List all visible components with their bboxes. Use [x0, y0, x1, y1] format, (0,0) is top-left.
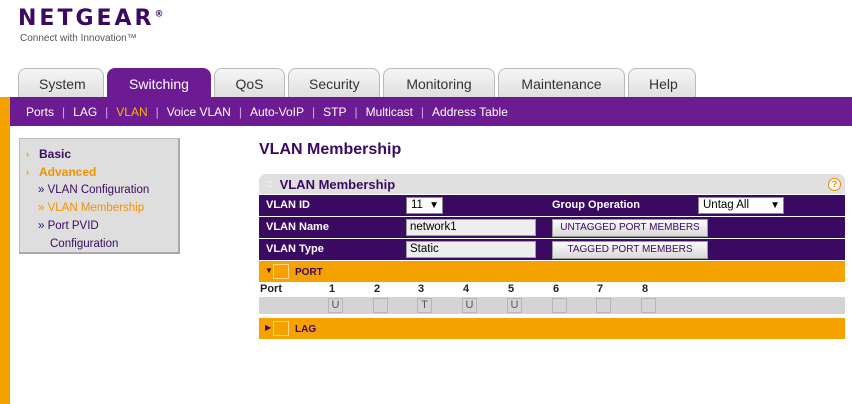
panel-header: :: VLAN Membership ?: [259, 174, 845, 194]
row-vlan-name: VLAN Name network1 UNTAGGED PORT MEMBERS: [259, 216, 845, 238]
netgear-logo: NETGEAR®: [18, 6, 164, 31]
port-section-header[interactable]: ▼ PORT: [259, 260, 845, 282]
port-membership-row: U T U U: [259, 297, 845, 314]
section-box-icon: [273, 264, 289, 279]
tab-system[interactable]: System: [18, 68, 104, 98]
vlan-type-field: Static: [406, 241, 536, 258]
main-tabs: System Switching QoS Security Monitoring…: [18, 68, 699, 98]
port-membership-cell[interactable]: U: [507, 298, 522, 313]
logo-text: NETGEAR: [18, 6, 155, 31]
help-icon[interactable]: ?: [828, 178, 841, 191]
tab-maintenance[interactable]: Maintenance: [498, 68, 625, 98]
port-number: 4: [462, 283, 470, 295]
group-operation-label: Group Operation: [552, 199, 640, 211]
tab-security[interactable]: Security: [288, 68, 380, 98]
lag-section-header[interactable]: ▶ LAG: [259, 317, 845, 339]
vlan-id-select[interactable]: 11 ▼: [406, 197, 443, 214]
subnav-vlan[interactable]: VLAN: [116, 105, 147, 119]
chevron-right-icon: ›: [26, 149, 29, 159]
tagline: Connect with Innovation™: [20, 33, 137, 44]
port-number: 6: [552, 283, 560, 295]
page-title: VLAN Membership: [259, 141, 402, 158]
port-number-row: Port 1 2 3 4 5 6 7 8: [259, 282, 845, 297]
port-membership-cell[interactable]: [552, 298, 567, 313]
port-number: 1: [328, 283, 336, 295]
subnav-stp[interactable]: STP: [323, 105, 346, 119]
subnav-lag[interactable]: LAG: [73, 105, 97, 119]
tab-monitoring[interactable]: Monitoring: [383, 68, 495, 98]
triangle-down-icon: ▼: [265, 266, 273, 275]
port-membership-cell[interactable]: T: [417, 298, 432, 313]
side-menu: › Basic › Advanced » VLAN Configuration » …: [19, 138, 180, 254]
tagged-port-members-button[interactable]: TAGGED PORT MEMBERS: [552, 241, 708, 259]
tab-help[interactable]: Help: [628, 68, 696, 98]
row-vlan-id: VLAN ID 11 ▼ Group Operation Untag All ▼: [259, 194, 845, 216]
menu-port-pvid[interactable]: » Port PVID: [20, 217, 178, 235]
vlan-membership-panel: :: VLAN Membership ? VLAN ID 11 ▼ Group O…: [259, 174, 845, 339]
menu-advanced[interactable]: › Advanced: [20, 163, 178, 181]
port-membership-cell[interactable]: U: [462, 298, 477, 313]
reg-mark: ®: [154, 9, 164, 20]
subnav-auto-voip[interactable]: Auto-VoIP: [250, 105, 304, 119]
port-membership-cell[interactable]: [641, 298, 656, 313]
tab-switching[interactable]: Switching: [107, 68, 211, 98]
port-number: 5: [507, 283, 515, 295]
subnav-ports[interactable]: Ports: [26, 105, 54, 119]
vlan-name-label: VLAN Name: [266, 221, 329, 233]
sub-navigation: Ports | LAG | VLAN | Voice VLAN | Auto-VoIP |…: [10, 97, 852, 126]
port-membership-cell[interactable]: U: [328, 298, 343, 313]
vlan-type-label: VLAN Type: [266, 243, 324, 255]
menu-basic[interactable]: › Basic: [20, 145, 178, 163]
menu-vlan-configuration[interactable]: » VLAN Configuration: [20, 181, 178, 199]
port-membership-cell[interactable]: [596, 298, 611, 313]
triangle-right-icon: ▶: [265, 323, 272, 332]
panel-title: VLAN Membership: [279, 176, 396, 192]
lag-section-title: LAG: [295, 324, 317, 335]
header: NETGEAR® Connect with Innovation™ System…: [0, 0, 852, 98]
chevron-down-icon: ▼: [770, 200, 780, 211]
untagged-port-members-button[interactable]: UNTAGGED PORT MEMBERS: [552, 219, 708, 237]
chevron-down-icon: ›: [26, 167, 29, 177]
menu-vlan-membership[interactable]: » VLAN Membership: [20, 199, 178, 217]
vlan-name-field[interactable]: network1: [406, 219, 536, 236]
section-box-icon: [273, 321, 289, 336]
port-number: 7: [596, 283, 604, 295]
subnav-address-table[interactable]: Address Table: [432, 105, 508, 119]
group-operation-select[interactable]: Untag All ▼: [698, 197, 784, 214]
drag-handle-icon: ::: [267, 178, 273, 190]
tab-qos[interactable]: QoS: [214, 68, 285, 98]
vlan-id-label: VLAN ID: [266, 199, 310, 211]
left-accent-bar: [0, 97, 10, 404]
row-vlan-type: VLAN Type Static TAGGED PORT MEMBERS: [259, 238, 845, 260]
port-number: 8: [641, 283, 649, 295]
menu-port-pvid-cont[interactable]: Configuration: [20, 235, 178, 253]
port-label: Port: [260, 283, 282, 295]
subnav-voice-vlan[interactable]: Voice VLAN: [167, 105, 231, 119]
chevron-down-icon: ▼: [429, 200, 439, 211]
port-number: 3: [417, 283, 425, 295]
port-membership-cell[interactable]: [373, 298, 388, 313]
port-section-title: PORT: [295, 267, 323, 278]
port-number: 2: [373, 283, 381, 295]
subnav-multicast[interactable]: Multicast: [366, 105, 413, 119]
